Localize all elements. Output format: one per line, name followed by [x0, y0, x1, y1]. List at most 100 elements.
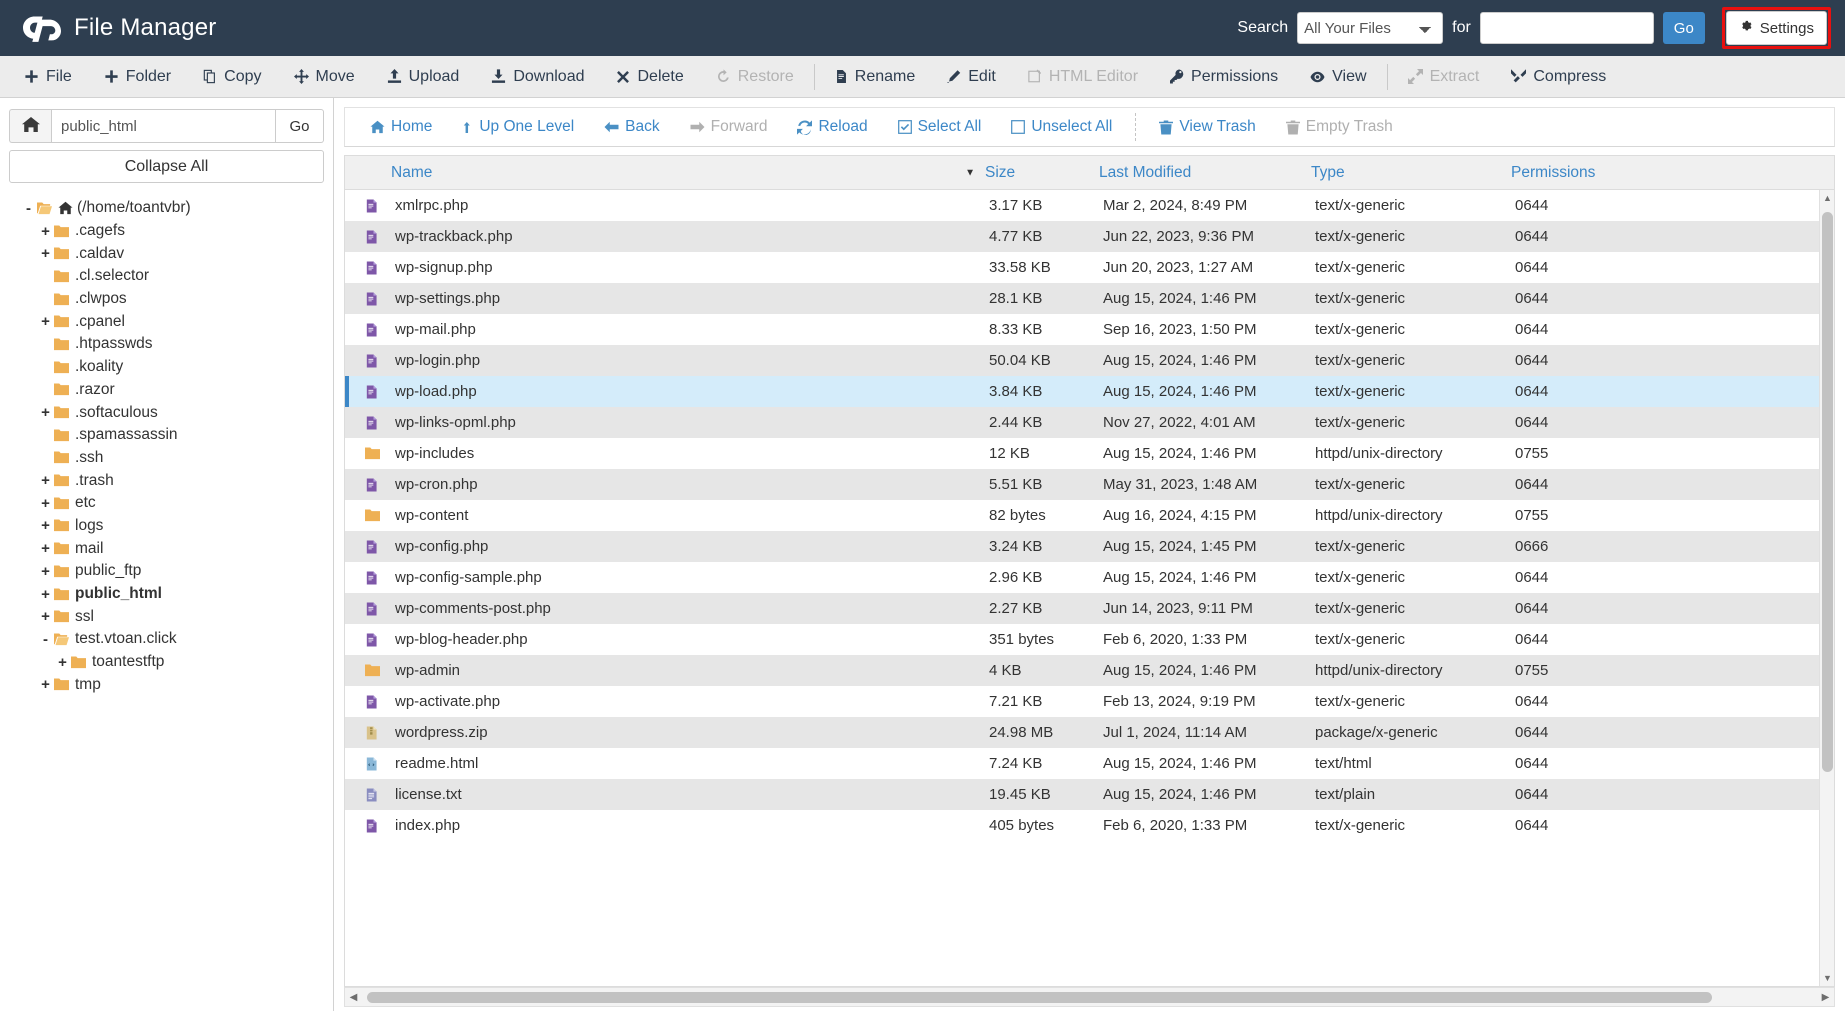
toolbar-delete-button[interactable]: Delete: [600, 56, 699, 98]
vertical-scrollbar[interactable]: ▲ ▼: [1819, 190, 1834, 986]
tree-item-hometoantvbr[interactable]: - (/home/toantvbr): [9, 197, 324, 220]
scroll-left-arrow-icon[interactable]: ◀: [345, 988, 362, 1006]
tree-item-.cl.selector[interactable]: .cl.selector: [9, 265, 324, 288]
column-header-name[interactable]: Name ▼: [391, 164, 985, 182]
search-input[interactable]: [1479, 12, 1654, 44]
table-row[interactable]: wp-blog-header.php 351 bytes Feb 6, 2020, …: [345, 624, 1834, 655]
toolbar-file-button[interactable]: File: [8, 56, 88, 98]
settings-button[interactable]: Settings: [1725, 11, 1827, 45]
table-row[interactable]: license.txt 19.45 KB Aug 15, 2024, 1:46 PM…: [345, 779, 1834, 810]
toolbar-permissions-button[interactable]: Permissions: [1154, 56, 1294, 98]
tree-item-.trash[interactable]: + .trash: [9, 469, 324, 492]
search-go-button[interactable]: Go: [1662, 12, 1705, 44]
horizontal-scrollbar[interactable]: ◀ ▶: [344, 987, 1835, 1007]
tree-expand-icon[interactable]: +: [38, 564, 53, 579]
collapse-all-button[interactable]: Collapse All: [9, 150, 324, 183]
tree-item-.razor[interactable]: .razor: [9, 379, 324, 402]
table-row[interactable]: wp-comments-post.php 2.27 KB Jun 14, 2023,…: [345, 593, 1834, 624]
nav-select-all-button[interactable]: Select All: [883, 108, 997, 146]
tree-expand-icon[interactable]: +: [38, 246, 53, 261]
toolbar-upload-button[interactable]: Upload: [371, 56, 476, 98]
tree-expand-icon[interactable]: +: [38, 496, 53, 511]
table-row[interactable]: wp-config-sample.php 2.96 KB Aug 15, 2024,…: [345, 562, 1834, 593]
table-row[interactable]: wp-config.php 3.24 KB Aug 15, 2024, 1:45 P…: [345, 531, 1834, 562]
column-header-permissions[interactable]: Permissions: [1511, 164, 1631, 182]
table-row[interactable]: wordpress.zip 24.98 MB Jul 1, 2024, 11:14 …: [345, 717, 1834, 748]
folder-icon: [349, 663, 395, 678]
tree-item-mail[interactable]: + mail: [9, 537, 324, 560]
tree-expand-icon[interactable]: +: [38, 405, 53, 420]
horizontal-scroll-thumb[interactable]: [367, 992, 1712, 1003]
tree-expand-icon[interactable]: +: [38, 609, 53, 624]
toolbar-copy-button[interactable]: Copy: [187, 56, 277, 98]
table-row[interactable]: wp-trackback.php 4.77 KB Jun 22, 2023, 9:3…: [345, 221, 1834, 252]
tree-expand-icon[interactable]: +: [38, 677, 53, 692]
tree-item-.spamassassin[interactable]: .spamassassin: [9, 424, 324, 447]
search-scope-select[interactable]: All Your Files: [1297, 12, 1444, 44]
nav-unselect-all-button[interactable]: Unselect All: [996, 108, 1127, 146]
tree-item-etc[interactable]: + etc: [9, 492, 324, 515]
nav-up-one-level-button[interactable]: Up One Level: [447, 108, 589, 146]
tree-item-.cpanel[interactable]: + .cpanel: [9, 310, 324, 333]
nav-view-trash-button[interactable]: View Trash: [1144, 108, 1270, 146]
table-row[interactable]: wp-mail.php 8.33 KB Sep 16, 2023, 1:50 PM t…: [345, 314, 1834, 345]
nav-home-button[interactable]: Home: [355, 108, 447, 146]
table-row[interactable]: wp-cron.php 5.51 KB May 31, 2023, 1:48 AM t…: [345, 469, 1834, 500]
table-row[interactable]: xmlrpc.php 3.17 KB Mar 2, 2024, 8:49 PM tex…: [345, 190, 1834, 221]
scroll-down-arrow-icon[interactable]: ▼: [1820, 970, 1834, 986]
tree-item-label: .ssh: [75, 448, 104, 466]
tree-expand-icon[interactable]: +: [55, 655, 70, 670]
vertical-scroll-thumb[interactable]: [1822, 212, 1833, 772]
table-row[interactable]: wp-activate.php 7.21 KB Feb 13, 2024, 9:19…: [345, 686, 1834, 717]
tree-item-public_html[interactable]: + public_html: [9, 583, 324, 606]
path-input[interactable]: [51, 109, 276, 143]
tree-item-ssl[interactable]: + ssl: [9, 605, 324, 628]
tree-item-public_ftp[interactable]: + public_ftp: [9, 560, 324, 583]
tree-item-.clwpos[interactable]: .clwpos: [9, 288, 324, 311]
tree-expand-icon[interactable]: +: [38, 541, 53, 556]
table-row[interactable]: wp-login.php 50.04 KB Aug 15, 2024, 1:46 P…: [345, 345, 1834, 376]
scroll-up-arrow-icon[interactable]: ▲: [1820, 190, 1834, 206]
table-row[interactable]: wp-includes 12 KB Aug 15, 2024, 1:46 PM htt…: [345, 438, 1834, 469]
path-go-button[interactable]: Go: [276, 109, 324, 143]
table-row[interactable]: wp-load.php 3.84 KB Aug 15, 2024, 1:46 PM t…: [345, 376, 1834, 407]
column-header-type[interactable]: Type: [1311, 164, 1511, 182]
toolbar-edit-button[interactable]: Edit: [931, 56, 1012, 98]
tree-item-toantestftp[interactable]: + toantestftp: [9, 651, 324, 674]
tree-collapse-icon[interactable]: -: [21, 201, 36, 216]
nav-reload-button[interactable]: Reload: [782, 108, 882, 146]
table-row[interactable]: wp-content 82 bytes Aug 16, 2024, 4:15 PM h…: [345, 500, 1834, 531]
toolbar-rename-button[interactable]: Rename: [819, 56, 931, 98]
table-row[interactable]: wp-links-opml.php 2.44 KB Nov 27, 2022, 4:…: [345, 407, 1834, 438]
tree-expand-icon[interactable]: +: [38, 224, 53, 239]
toolbar-view-button[interactable]: View: [1294, 56, 1382, 98]
tree-expand-icon[interactable]: +: [38, 587, 53, 602]
tree-item-tmp[interactable]: + tmp: [9, 673, 324, 696]
table-row[interactable]: wp-settings.php 28.1 KB Aug 15, 2024, 1:46…: [345, 283, 1834, 314]
toolbar-compress-button[interactable]: Compress: [1495, 56, 1622, 98]
toolbar-folder-button[interactable]: Folder: [88, 56, 187, 98]
toolbar-move-button[interactable]: Move: [278, 56, 371, 98]
tree-collapse-icon[interactable]: -: [38, 632, 53, 647]
tree-item-test.vtoan.click[interactable]: - test.vtoan.click: [9, 628, 324, 651]
sidebar-home-button[interactable]: [9, 109, 51, 143]
tree-item-.caldav[interactable]: + .caldav: [9, 242, 324, 265]
tree-item-.cagefs[interactable]: + .cagefs: [9, 220, 324, 243]
toolbar-download-button[interactable]: Download: [475, 56, 600, 98]
tree-item-.htpasswds[interactable]: .htpasswds: [9, 333, 324, 356]
table-row[interactable]: wp-admin 4 KB Aug 15, 2024, 1:46 PM httpd/u…: [345, 655, 1834, 686]
tree-expand-icon[interactable]: +: [38, 314, 53, 329]
table-row[interactable]: readme.html 7.24 KB Aug 15, 2024, 1:46 PM t…: [345, 748, 1834, 779]
column-header-last-modified[interactable]: Last Modified: [1099, 164, 1311, 182]
tree-item-.softaculous[interactable]: + .softaculous: [9, 401, 324, 424]
tree-item-.koality[interactable]: .koality: [9, 356, 324, 379]
table-row[interactable]: index.php 405 bytes Feb 6, 2020, 1:33 PM te…: [345, 810, 1834, 841]
table-row[interactable]: wp-signup.php 33.58 KB Jun 20, 2023, 1:27 …: [345, 252, 1834, 283]
tree-expand-icon[interactable]: +: [38, 473, 53, 488]
tree-expand-icon[interactable]: +: [38, 518, 53, 533]
nav-back-button[interactable]: Back: [589, 108, 674, 146]
tree-item-logs[interactable]: + logs: [9, 515, 324, 538]
scroll-right-arrow-icon[interactable]: ▶: [1817, 988, 1834, 1006]
tree-item-.ssh[interactable]: .ssh: [9, 447, 324, 470]
column-header-size[interactable]: Size: [985, 164, 1099, 182]
